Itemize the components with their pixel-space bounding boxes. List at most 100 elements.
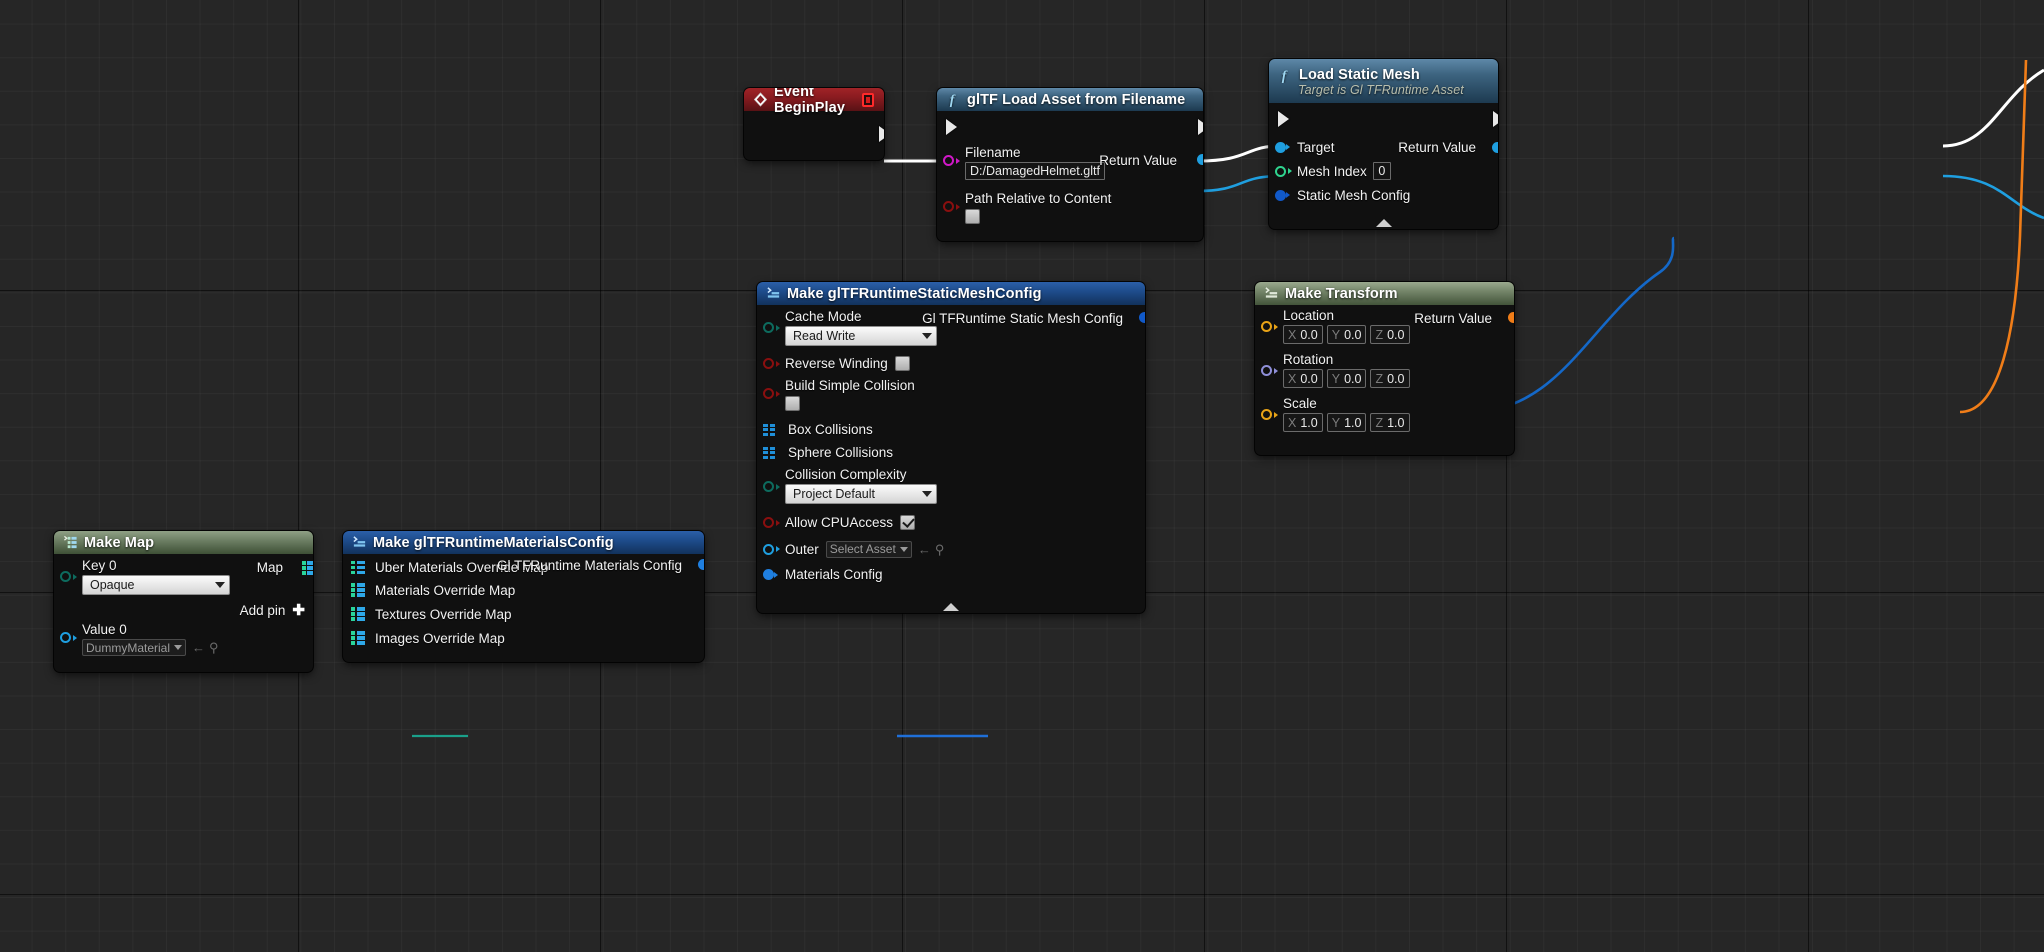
collapse-arrow-icon[interactable] <box>1375 219 1392 227</box>
use-selected-asset-icon[interactable]: ← <box>918 543 931 556</box>
node-header: Make glTFRuntimeMaterialsConfig <box>343 531 704 554</box>
pin-static-mesh-config[interactable] <box>1275 189 1286 201</box>
node-make-gltfruntime-materials-config[interactable]: Make glTFRuntimeMaterialsConfig Uber Mat… <box>343 531 704 662</box>
exec-out-pin[interactable] <box>1198 119 1203 135</box>
collapse-arrow-icon[interactable] <box>943 603 959 611</box>
cache-mode-dropdown[interactable]: Read Write <box>785 326 937 346</box>
pin-sphere-collisions[interactable] <box>763 446 775 459</box>
filename-input[interactable]: D:/DamagedHelmet.gltf <box>965 162 1105 180</box>
pin-mesh-index[interactable] <box>1275 165 1286 177</box>
pin-rotation[interactable] <box>1261 365 1272 376</box>
scale-y-input[interactable]: Y 1.0 <box>1326 413 1367 432</box>
node-load-static-mesh[interactable]: f Load Static Mesh Target is Gl TFRuntim… <box>1269 59 1498 229</box>
chevron-down-icon <box>215 582 225 588</box>
rotation-x-input[interactable]: X 0.0 <box>1283 369 1323 388</box>
pin-map-output[interactable] <box>301 561 313 575</box>
output-label-materials-config: Gl TFRuntime Materials Config <box>496 558 682 573</box>
axis-label-z: Z <box>1375 371 1384 386</box>
browse-asset-icon[interactable]: ⚲ <box>209 641 219 654</box>
pin-return-value[interactable] <box>1197 154 1203 165</box>
pin-location[interactable] <box>1261 321 1272 332</box>
node-header: f glTF Load Asset from Filename <box>937 88 1203 111</box>
node-make-map[interactable]: Make Map Key 0 Opaque Map Add pin ✚ Valu… <box>54 531 313 672</box>
input-label-allow-cpu-access: Allow CPUAccess <box>785 515 894 530</box>
pin-images-override-map[interactable] <box>351 631 365 645</box>
pin-collision-complexity[interactable] <box>763 481 774 492</box>
pin-key-0[interactable] <box>60 571 71 582</box>
add-pin-row[interactable]: Add pin ✚ <box>54 600 313 620</box>
input-label-path-relative-to-content: Path Relative to Content <box>965 191 1112 206</box>
output-label-return-value: Return Value <box>1099 153 1177 168</box>
exec-row <box>937 111 1203 143</box>
pin-output-static-mesh-config[interactable] <box>1139 312 1145 323</box>
pin-return-value[interactable] <box>1508 312 1514 323</box>
scale-x-input[interactable]: X 1.0 <box>1283 413 1323 432</box>
key-0-dropdown[interactable]: Opaque <box>82 575 230 595</box>
pin-allow-cpu-access[interactable] <box>763 517 774 528</box>
collision-complexity-dropdown[interactable]: Project Default <box>785 484 937 504</box>
use-selected-asset-icon[interactable]: ← <box>192 641 205 654</box>
pin-scale[interactable] <box>1261 409 1272 420</box>
exec-out-pin[interactable] <box>1493 111 1498 127</box>
reverse-winding-checkbox[interactable] <box>894 356 910 371</box>
collision-complexity-value: Project Default <box>793 487 875 501</box>
pin-build-simple-collision[interactable] <box>763 388 774 399</box>
node-title: Load Static Mesh <box>1299 67 1420 83</box>
pin-reverse-winding[interactable] <box>763 358 774 369</box>
pin-box-collisions[interactable] <box>763 423 775 436</box>
axis-label-y: Y <box>1331 371 1341 386</box>
input-row-textures-override-map: Textures Override Map <box>343 602 704 626</box>
pin-textures-override-map[interactable] <box>351 607 365 621</box>
pin-filename[interactable] <box>943 155 954 166</box>
pin-outer[interactable] <box>763 543 774 555</box>
pin-output-materials-config[interactable] <box>698 559 704 570</box>
pin-uber-materials-override-map[interactable] <box>351 560 365 575</box>
exec-out-pin[interactable] <box>879 126 884 142</box>
event-stop-icon[interactable] <box>862 92 874 107</box>
value-0-asset-picker[interactable]: DummyMaterial <box>82 639 187 656</box>
location-y-input[interactable]: Y 0.0 <box>1326 325 1367 344</box>
path-relative-checkbox[interactable] <box>965 209 980 224</box>
pin-value-0[interactable] <box>60 632 71 643</box>
input-label-build-simple-collision: Build Simple Collision <box>785 378 915 393</box>
add-pin-plus-icon[interactable]: ✚ <box>292 603 305 618</box>
mesh-index-input[interactable]: 0 <box>1372 162 1391 180</box>
node-make-transform[interactable]: Make Transform Location X 0.0 Y 0.0 Z 0.0 R… <box>1255 282 1514 455</box>
node-event-begin-play[interactable]: Event BeginPlay <box>744 88 884 160</box>
node-body: Target Return Value Mesh Index 0 Static … <box>1269 103 1498 229</box>
node-body <box>744 111 884 160</box>
outer-asset-value: Select Asset <box>829 542 896 556</box>
pin-materials-override-map[interactable] <box>351 583 365 597</box>
input-row-target: Target Return Value <box>1269 135 1498 159</box>
build-simple-collision-checkbox[interactable] <box>785 396 800 411</box>
allow-cpu-access-checkbox[interactable] <box>900 515 916 530</box>
add-pin-label: Add pin <box>239 602 286 618</box>
node-make-gltfruntime-static-mesh-config[interactable]: Make glTFRuntimeStaticMeshConfig Cache M… <box>757 282 1145 613</box>
node-header: Make Transform <box>1255 282 1514 305</box>
chevron-down-icon <box>899 546 908 552</box>
browse-asset-icon[interactable]: ⚲ <box>935 543 945 556</box>
node-title: glTF Load Asset from Filename <box>967 91 1186 108</box>
rotation-z-input[interactable]: Z 0.0 <box>1370 369 1410 388</box>
map-pin-icon <box>301 561 313 575</box>
input-label-sphere-collisions: Sphere Collisions <box>788 445 894 460</box>
location-z-input[interactable]: Z 0.0 <box>1370 325 1410 344</box>
exec-in-pin[interactable] <box>946 119 957 135</box>
pin-materials-config[interactable] <box>763 569 774 580</box>
input-label-materials-config: Materials Config <box>785 567 883 582</box>
pin-path-relative-to-content[interactable] <box>943 201 954 212</box>
pin-target[interactable] <box>1275 141 1286 153</box>
node-body: Key 0 Opaque Map Add pin ✚ Value 0 Dummy… <box>54 554 313 672</box>
rotation-y-input[interactable]: Y 0.0 <box>1326 369 1367 388</box>
outer-asset-picker[interactable]: Select Asset <box>825 540 912 558</box>
node-gltf-load-asset-from-filename[interactable]: f glTF Load Asset from Filename Filename… <box>937 88 1203 241</box>
node-body: Cache Mode Read Write Gl TFRuntime Stati… <box>757 305 1145 613</box>
pin-cache-mode[interactable] <box>763 322 774 333</box>
blueprint-graph-canvas[interactable]: Event BeginPlay f glTF Load Asset from F… <box>0 0 2044 952</box>
pin-return-value[interactable] <box>1492 141 1498 153</box>
location-x-input[interactable]: X 0.0 <box>1283 325 1323 344</box>
scale-z-input[interactable]: Z 1.0 <box>1370 413 1410 432</box>
exec-in-pin[interactable] <box>1278 111 1289 127</box>
axis-label-x: X <box>1288 327 1297 342</box>
input-label-value-0: Value 0 <box>82 622 127 637</box>
